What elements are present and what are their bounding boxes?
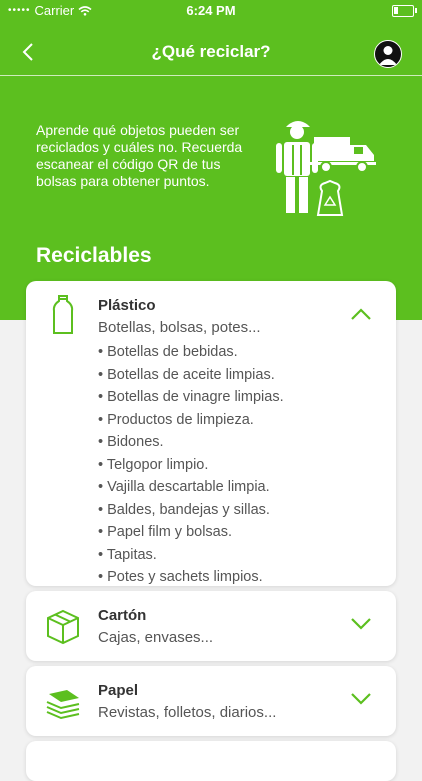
category-name: Cartón [98, 607, 147, 624]
list-item: • Potes y sachets limpios. [98, 569, 263, 585]
chevron-down-icon[interactable] [350, 617, 372, 631]
list-item: • Vajilla descartable limpia. [98, 479, 270, 495]
intro-text: Aprende qué objetos pueden ser reciclado… [36, 122, 243, 189]
category-card-plastico[interactable]: Plástico Botellas, bolsas, potes... • Bo… [26, 281, 396, 586]
category-card-carton[interactable]: Cartón Cajas, envases... [26, 591, 396, 661]
battery-icon [392, 5, 417, 17]
chevron-down-icon[interactable] [350, 692, 372, 706]
list-item: • Productos de limpieza. [98, 411, 254, 428]
category-subtitle: Revistas, folletos, diarios... [98, 704, 277, 721]
recycling-worker-illustration [276, 121, 376, 216]
user-icon [379, 46, 397, 65]
list-item: • Papel film y bolsas. [98, 524, 233, 540]
status-time: 6:24 PM [186, 3, 236, 18]
list-item: • Botellas de aceite limpias. [98, 366, 275, 383]
category-name: Plástico [98, 297, 156, 314]
list-item: • Bidones. [98, 434, 164, 450]
box-icon [47, 609, 79, 645]
chevron-up-icon[interactable] [350, 307, 372, 321]
list-item: • Baldes, bandejas y sillas. [98, 501, 270, 518]
list-item: • Tapitas. [98, 546, 157, 563]
profile-button[interactable] [374, 40, 402, 68]
list-item: • Botellas de bebidas. [98, 344, 238, 360]
category-items-list: • Botellas de bebidas. • Botellas de ace… [98, 341, 284, 589]
list-item: • Telgopor limpio. [98, 456, 209, 473]
category-name: Papel [98, 682, 139, 699]
list-item: • Botellas de vinagre limpias. [98, 389, 284, 405]
category-card-next[interactable] [26, 741, 396, 781]
status-bar: ••••• Carrier 6:24 PM [0, 0, 422, 22]
category-card-papel[interactable]: Papel Revistas, folletos, diarios... [26, 666, 396, 736]
page-title: ¿Qué reciclar? [151, 42, 271, 61]
category-subtitle: Botellas, bolsas, potes... [98, 319, 261, 336]
category-subtitle: Cajas, envases... [98, 629, 214, 646]
bottle-icon [52, 295, 74, 334]
section-title-reciclables: Reciclables [36, 244, 152, 267]
papers-icon [46, 690, 80, 720]
nav-divider [0, 75, 422, 76]
nav-bar: ¿Qué reciclar? [0, 30, 422, 74]
